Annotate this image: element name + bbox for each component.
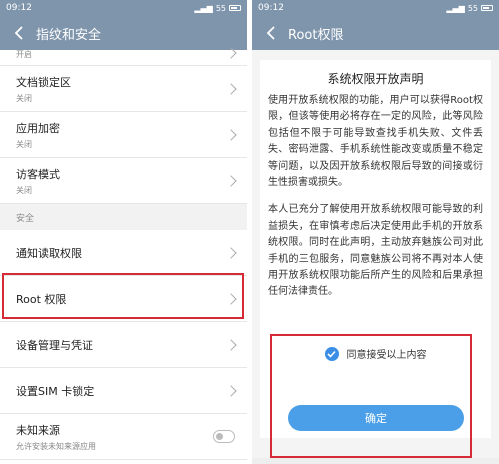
list-item-device-management[interactable]: 设备管理与凭证 — [0, 322, 247, 368]
unknown-sources-toggle[interactable] — [213, 429, 235, 443]
agreement-highlight-box — [270, 334, 472, 458]
app-bar: Root权限 — [252, 16, 499, 50]
disclaimer-paragraph-1: 使用开放系统权限的功能，用户可以获得Root权限，但该等使用必将存在一定的风险，… — [268, 95, 483, 189]
list-item-app-encryption[interactable]: 应用加密 关闭 — [0, 112, 247, 158]
list-item-document-lock[interactable]: 文档锁定区 关闭 — [0, 66, 247, 112]
status-time: 09:12 — [6, 3, 32, 13]
battery-icon — [229, 5, 241, 11]
back-arrow-icon[interactable] — [262, 24, 280, 42]
list-item-partial[interactable]: 开启 — [0, 40, 247, 66]
list-item-unknown-sources[interactable]: 未知来源 允许安装未知来源应用 — [0, 414, 247, 460]
nav-bar — [252, 458, 499, 464]
list-item-sim-lock[interactable]: 设置SIM 卡锁定 — [0, 368, 247, 414]
left-screen: 09:12 ▂▄▆ 55 指纹和安全 开启 文档锁定区 关闭 应用加密 关闭 访… — [0, 0, 247, 464]
section-header-security: 安全 — [0, 204, 247, 230]
status-bar: 09:12 ▂▄▆ 55 — [252, 0, 499, 16]
battery-icon — [481, 5, 493, 11]
battery-level: 55 — [467, 3, 478, 13]
list-item-guest-mode[interactable]: 访客模式 关闭 — [0, 158, 247, 204]
signal-icon: ▂▄▆ — [446, 3, 465, 13]
status-time: 09:12 — [258, 3, 284, 13]
page-title: Root权限 — [288, 27, 344, 43]
root-highlight-box — [2, 273, 244, 319]
dialog-title: 系统权限开放声明 — [327, 72, 424, 86]
battery-level: 55 — [215, 3, 226, 13]
disclaimer-paragraph-2: 本人已充分了解使用开放系统权限可能导致的利益损失，在审慎考虑后决定使用此手机的开… — [268, 204, 483, 298]
signal-icon: ▂▄▆ — [194, 3, 213, 13]
list-item-notification-access[interactable]: 通知读取权限 — [0, 230, 247, 276]
right-screen: 09:12 ▂▄▆ 55 Root权限 系统权限开放声明 使用开放系统权限的功能… — [252, 0, 499, 464]
status-bar: 09:12 ▂▄▆ 55 — [0, 0, 247, 16]
settings-list: 开启 文档锁定区 关闭 应用加密 关闭 访客模式 关闭 安全 通知读取权限 Ro… — [0, 46, 247, 460]
